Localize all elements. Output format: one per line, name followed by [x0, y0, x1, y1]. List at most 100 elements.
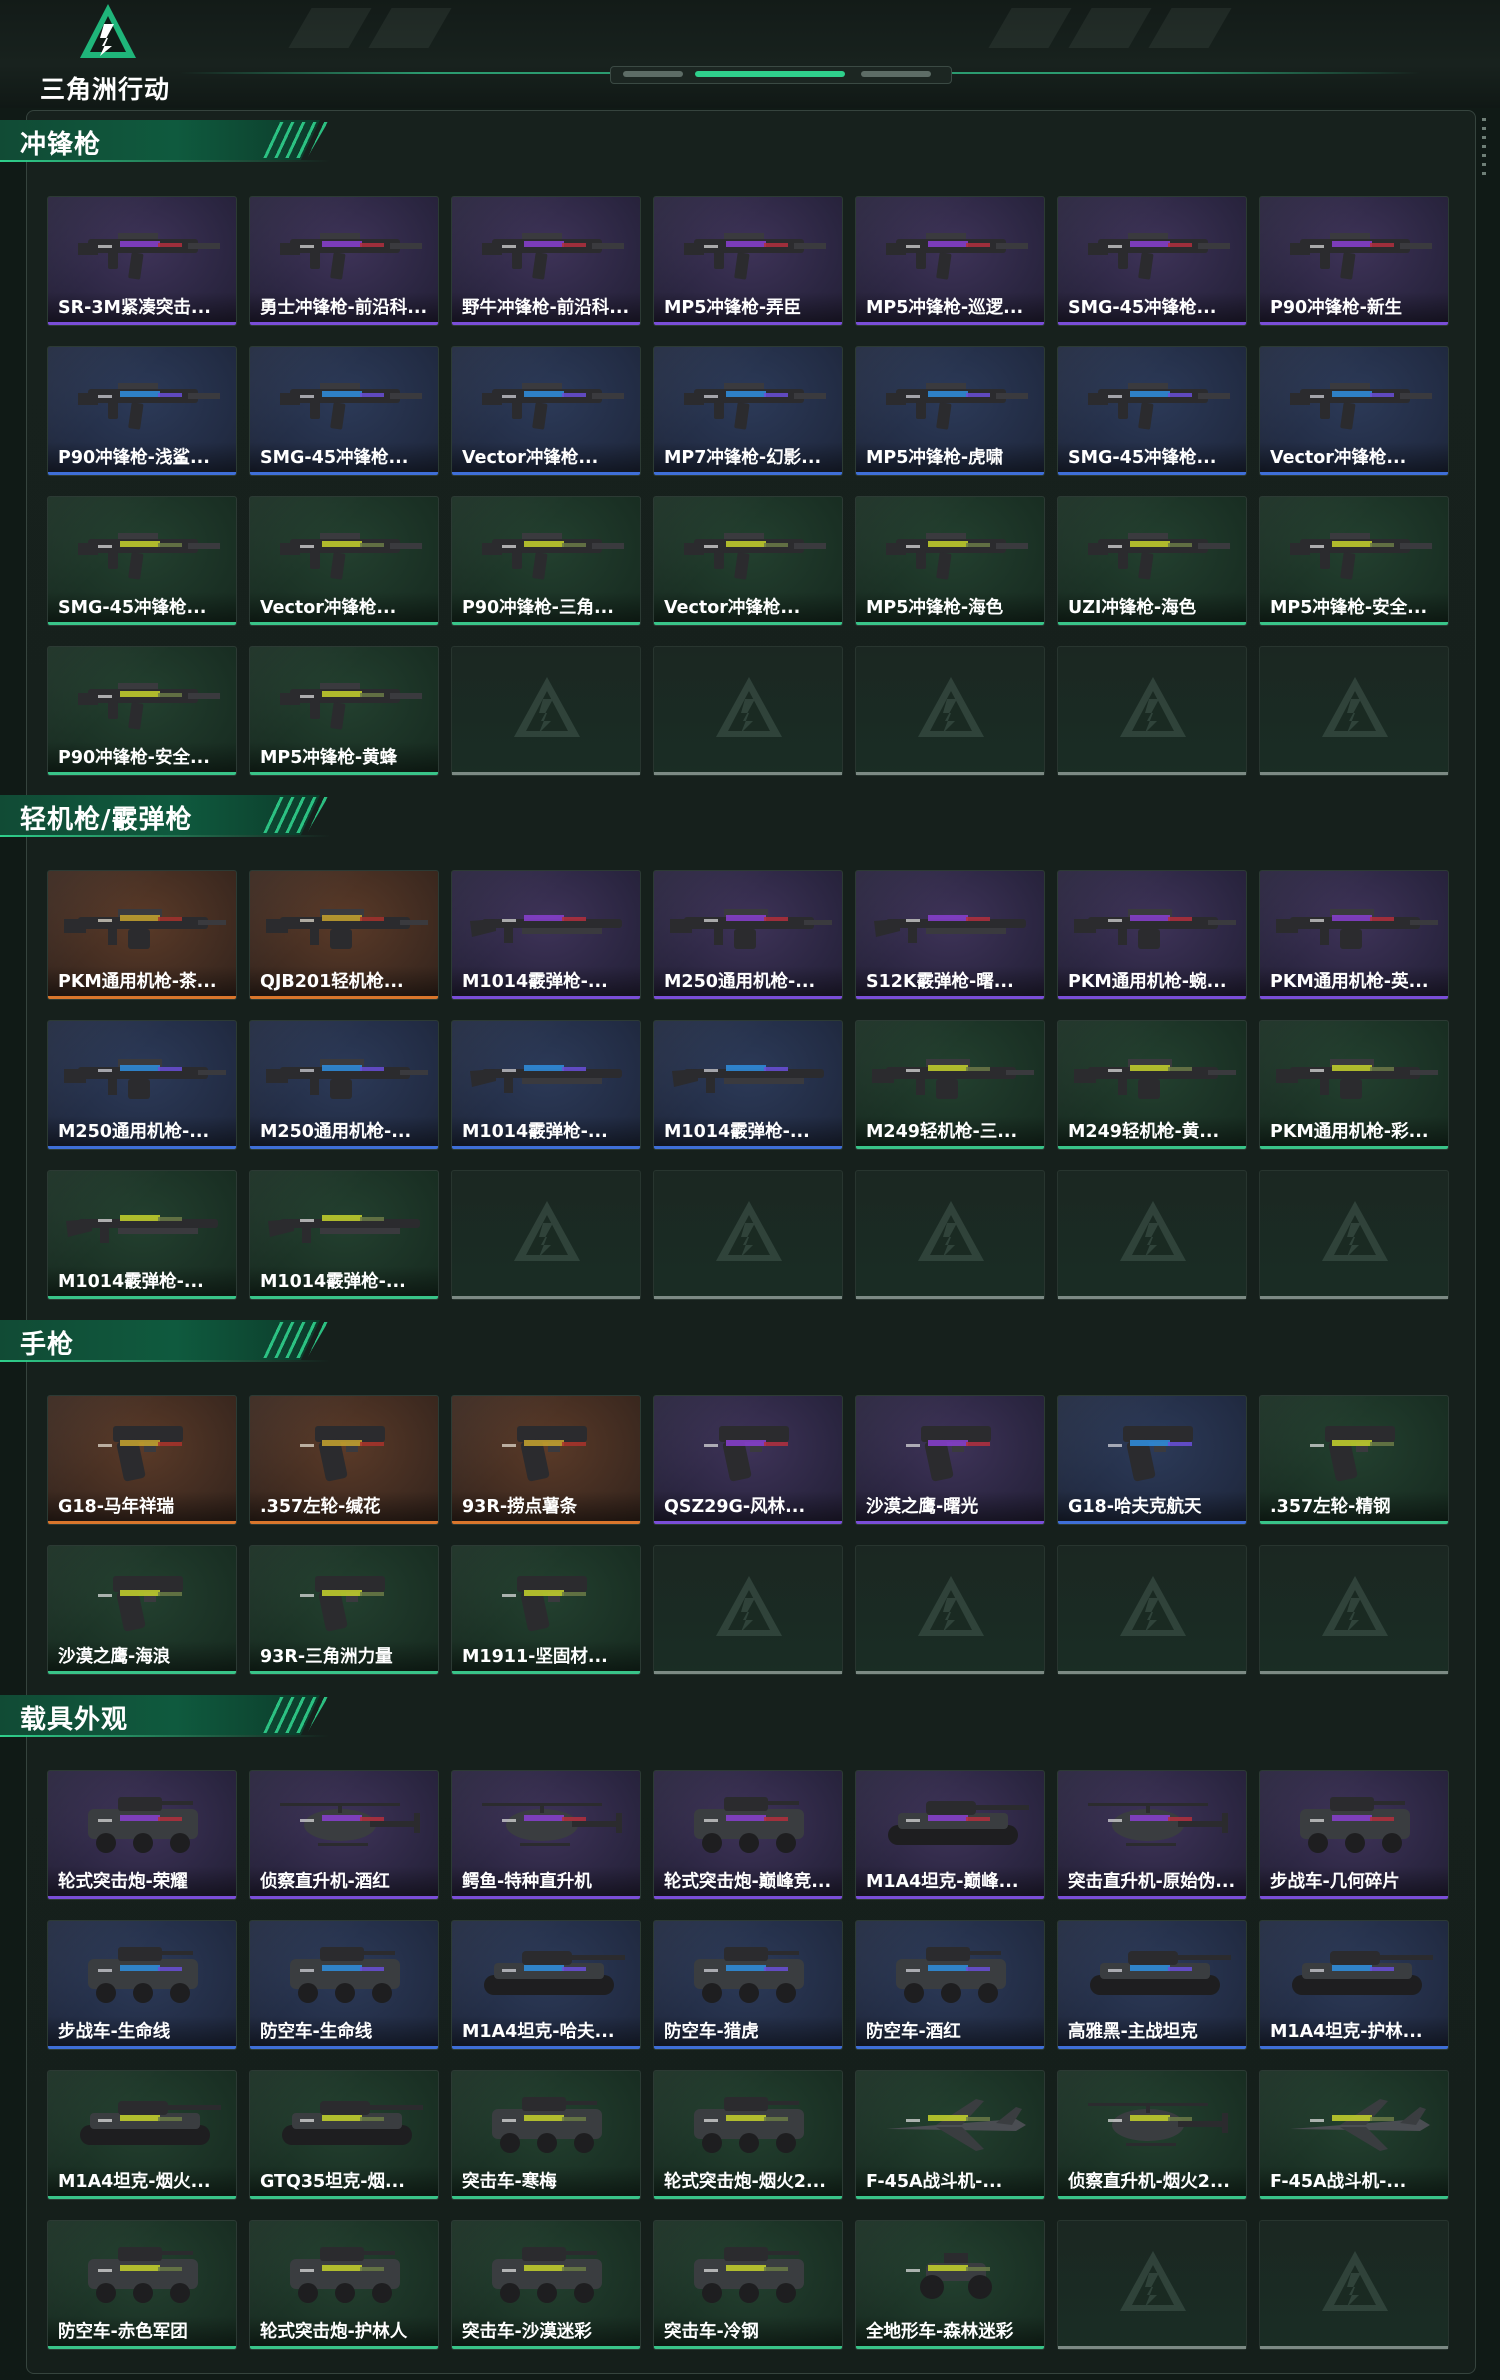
item-card[interactable]: Vector冲锋枪... [249, 496, 439, 626]
item-card[interactable]: 突击车-寒梅 [451, 2070, 641, 2200]
item-name: 突击车-冷钢 [664, 2322, 759, 2342]
item-name: 野牛冲锋枪-前沿科... [462, 298, 630, 318]
item-card[interactable]: M250通用机枪-... [249, 1020, 439, 1150]
empty-slot [855, 1170, 1045, 1300]
item-card[interactable]: M1014霰弹枪-... [451, 1020, 641, 1150]
item-card[interactable]: M250通用机枪-... [653, 870, 843, 1000]
item-card[interactable]: UZI冲锋枪-海色 [1057, 496, 1247, 626]
item-card[interactable]: 突击车-沙漠迷彩 [451, 2220, 641, 2350]
item-card[interactable]: 鳄鱼-特种直升机 [451, 1770, 641, 1900]
item-card[interactable]: 全地形车-森林迷彩 [855, 2220, 1045, 2350]
item-card[interactable]: 轮式突击炮-荣耀 [47, 1770, 237, 1900]
item-card[interactable]: 勇士冲锋枪-前沿科... [249, 196, 439, 326]
item-card[interactable]: 突击车-冷钢 [653, 2220, 843, 2350]
item-card[interactable]: P90冲锋枪-新生 [1259, 196, 1449, 326]
item-card[interactable]: M1014霰弹枪-... [653, 1020, 843, 1150]
scrollbar[interactable] [1482, 118, 1486, 178]
item-card[interactable]: 防空车-赤色军团 [47, 2220, 237, 2350]
item-card[interactable]: M1014霰弹枪-... [47, 1170, 237, 1300]
item-card[interactable]: 步战车-生命线 [47, 1920, 237, 2050]
item-card[interactable]: QJB201轻机枪... [249, 870, 439, 1000]
item-card[interactable]: 轮式突击炮-护林人 [249, 2220, 439, 2350]
item-card[interactable]: 93R-三角洲力量 [249, 1545, 439, 1675]
item-card[interactable]: P90冲锋枪-浅鲨... [47, 346, 237, 476]
item-card[interactable]: .357左轮-缄花 [249, 1395, 439, 1525]
item-card[interactable]: G18-马年祥瑞 [47, 1395, 237, 1525]
item-card[interactable]: 高雅黑-主战坦克 [1057, 1920, 1247, 2050]
item-card[interactable]: 侦察直升机-烟火2... [1057, 2070, 1247, 2200]
item-card[interactable]: S12K霰弹枪-曙... [855, 870, 1045, 1000]
item-card[interactable]: SR-3M紧凑突击... [47, 196, 237, 326]
item-card[interactable]: MP5冲锋枪-弄臣 [653, 196, 843, 326]
item-card[interactable]: P90冲锋枪-三角... [451, 496, 641, 626]
jet-icon [886, 2099, 1026, 2151]
item-card[interactable]: 突击直升机-原始伪... [1057, 1770, 1247, 1900]
item-card[interactable]: SMG-45冲锋枪... [1057, 346, 1247, 476]
item-card[interactable]: MP7冲锋枪-幻影... [653, 346, 843, 476]
item-card[interactable]: M249轻机枪-黄... [1057, 1020, 1247, 1150]
item-card[interactable]: MP5冲锋枪-海色 [855, 496, 1045, 626]
item-card[interactable]: 轮式突击炮-巅峰竞... [653, 1770, 843, 1900]
item-name: 全地形车-森林迷彩 [866, 2322, 1014, 2342]
item-card[interactable]: Vector冲锋枪... [451, 346, 641, 476]
item-card[interactable]: MP5冲锋枪-巡逻... [855, 196, 1045, 326]
item-card[interactable]: PKM通用机枪-英... [1259, 870, 1449, 1000]
item-card[interactable]: 防空车-生命线 [249, 1920, 439, 2050]
item-card[interactable]: SMG-45冲锋枪... [1057, 196, 1247, 326]
item-card[interactable]: 步战车-几何碎片 [1259, 1770, 1449, 1900]
item-card[interactable]: M1A4坦克-哈夫... [451, 1920, 641, 2050]
rarity-bar [1058, 1521, 1246, 1524]
rarity-bar [250, 2346, 438, 2349]
item-name: PKM通用机枪-英... [1270, 972, 1429, 992]
item-name: 高雅黑-主战坦克 [1068, 2022, 1198, 2042]
item-card[interactable]: Vector冲锋枪... [1259, 346, 1449, 476]
item-card[interactable]: QSZ29G-风林... [653, 1395, 843, 1525]
item-card[interactable]: .357左轮-精钢 [1259, 1395, 1449, 1525]
pistol-icon [300, 1576, 385, 1632]
item-card[interactable]: PKM通用机枪-蜿... [1057, 870, 1247, 1000]
item-card[interactable]: M249轻机枪-三... [855, 1020, 1045, 1150]
item-card[interactable]: M1A4坦克-护林... [1259, 1920, 1449, 2050]
item-name: .357左轮-精钢 [1270, 1497, 1391, 1517]
item-card[interactable]: 防空车-酒红 [855, 1920, 1045, 2050]
rarity-bar [250, 1521, 438, 1524]
item-card[interactable]: P90冲锋枪-安全... [47, 646, 237, 776]
item-card[interactable]: M1A4坦克-烟火... [47, 2070, 237, 2200]
item-name: 轮式突击炮-巅峰竞... [664, 1872, 832, 1892]
rarity-bar [250, 996, 438, 999]
item-card[interactable]: 防空车-猎虎 [653, 1920, 843, 2050]
item-name: 防空车-酒红 [866, 2022, 961, 2042]
item-card[interactable]: Vector冲锋枪... [653, 496, 843, 626]
item-card[interactable]: M250通用机枪-... [47, 1020, 237, 1150]
item-card[interactable]: M1911-坚固材... [451, 1545, 641, 1675]
item-card[interactable]: M1014霰弹枪-... [249, 1170, 439, 1300]
item-card[interactable]: 沙漠之鹰-曙光 [855, 1395, 1045, 1525]
item-card[interactable]: 93R-捞点薯条 [451, 1395, 641, 1525]
item-card[interactable]: 侦察直升机-酒红 [249, 1770, 439, 1900]
item-card[interactable]: MP5冲锋枪-黄蜂 [249, 646, 439, 776]
tank-icon [484, 1951, 625, 1995]
item-card[interactable]: 沙漠之鹰-海浪 [47, 1545, 237, 1675]
smg-icon [1290, 533, 1432, 580]
item-name: SMG-45冲锋枪... [1068, 298, 1217, 318]
item-card[interactable]: 野牛冲锋枪-前沿科... [451, 196, 641, 326]
delta-watermark-icon [1322, 1576, 1388, 1636]
item-card[interactable]: MP5冲锋枪-安全... [1259, 496, 1449, 626]
shotgun-icon [470, 915, 622, 943]
item-card[interactable]: SMG-45冲锋枪... [47, 496, 237, 626]
item-name: 防空车-猎虎 [664, 2022, 759, 2042]
item-card[interactable]: PKM通用机枪-彩... [1259, 1020, 1449, 1150]
item-card[interactable]: 轮式突击炮-烟火2... [653, 2070, 843, 2200]
item-card[interactable]: GTQ35坦克-烟... [249, 2070, 439, 2200]
item-card[interactable]: PKM通用机枪-茶... [47, 870, 237, 1000]
item-card[interactable]: SMG-45冲锋枪... [249, 346, 439, 476]
item-name: P90冲锋枪-三角... [462, 598, 614, 618]
item-card[interactable]: F-45A战斗机-... [855, 2070, 1045, 2200]
item-card[interactable]: G18-哈夫克航天 [1057, 1395, 1247, 1525]
smg-icon [280, 683, 422, 730]
item-card[interactable]: M1014霰弹枪-... [451, 870, 641, 1000]
item-card[interactable]: M1A4坦克-巅峰... [855, 1770, 1045, 1900]
item-card[interactable]: F-45A战斗机-... [1259, 2070, 1449, 2200]
rarity-bar [1058, 2196, 1246, 2199]
item-card[interactable]: MP5冲锋枪-虎啸 [855, 346, 1045, 476]
